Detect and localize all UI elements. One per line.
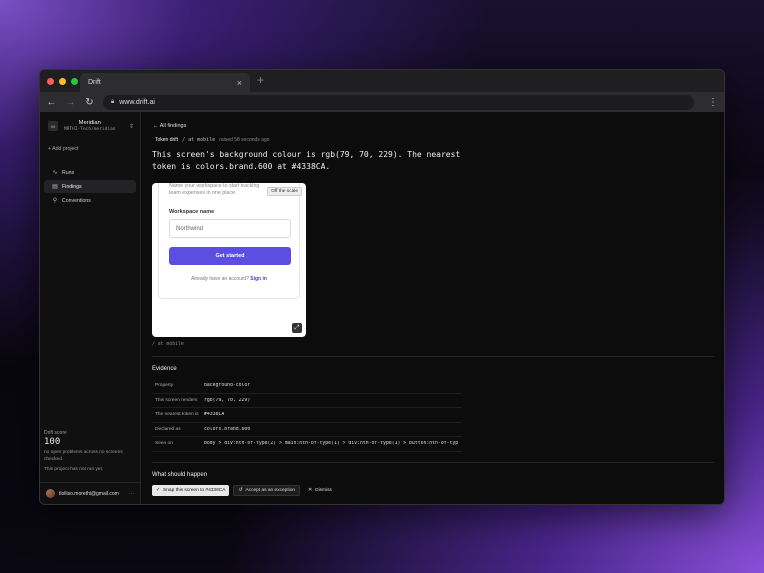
- activity-icon: ∿: [52, 170, 58, 176]
- dismiss-label: Dismiss: [315, 488, 332, 493]
- close-tab-icon[interactable]: ×: [237, 78, 242, 88]
- avatar: [46, 489, 55, 498]
- screen-preview: Name your workspace to start tracking te…: [152, 183, 306, 337]
- sidebar-item-runs[interactable]: ∿ Runs: [44, 166, 136, 179]
- workspace-switcher[interactable]: M Meridian MRTHI-Tech/meridian ⇕: [40, 112, 140, 138]
- evidence-value: rgb(79, 70, 229): [204, 397, 251, 403]
- lock-icon: 🔒︎: [111, 98, 115, 105]
- tab-bar: Drift × +: [40, 70, 724, 92]
- more-options-icon[interactable]: ···: [129, 491, 134, 497]
- evidence-table: Property background-color This screen re…: [152, 379, 462, 452]
- snap-label: Snap this screen to #4338CA: [163, 488, 226, 493]
- preview-get-started-button: Get started: [169, 247, 291, 265]
- divider: [152, 462, 714, 463]
- drift-score-label: Drift score: [44, 430, 67, 436]
- evidence-value: colors.brand.600: [204, 426, 251, 432]
- evidence-value: body > div:nth-of-type(2) > main:nth-of-…: [204, 441, 459, 447]
- preview-field-label: Workspace name: [169, 209, 215, 215]
- all-findings-link[interactable]: ← All findings: [153, 123, 186, 129]
- maximize-window-button[interactable]: [71, 77, 78, 85]
- off-scale-badge: Off the scale: [267, 187, 302, 196]
- snap-to-token-button[interactable]: ✓ Snap this screen to #4338CA: [152, 485, 230, 496]
- preview-description: Name your workspace to start tracking te…: [169, 183, 260, 196]
- action-bar: ✓ Snap this screen to #4338CA ↺ Accept a…: [152, 485, 336, 496]
- exception-label: Accept as an exception: [245, 488, 296, 493]
- workspace-slug: MRTHI-Tech/meridian: [64, 127, 116, 132]
- check-icon: ✓: [156, 488, 161, 493]
- add-project-button[interactable]: + Add project: [40, 138, 140, 160]
- sidebar-item-label: Runs: [62, 169, 75, 176]
- finding-type-chip: Token drift: [155, 137, 179, 143]
- evidence-key: Seen on: [155, 441, 173, 447]
- browser-toolbar: ← → ↻ 🔒︎ www.drift.ai ⋮: [40, 92, 724, 112]
- main-panel: ← All findings Token drift / at mobile r…: [141, 112, 724, 504]
- tab-title: Drift: [88, 79, 101, 86]
- user-email: tlolliso.morethi@gmail.com: [59, 490, 119, 497]
- expand-icon[interactable]: ⤢: [292, 323, 302, 333]
- divider: [152, 356, 714, 357]
- preview-signin-text: Already have an account? Sign in: [159, 276, 299, 282]
- should-happen-title: What should happen: [152, 472, 208, 478]
- browser-menu-icon[interactable]: ⋮: [708, 97, 718, 108]
- evidence-value: background-color: [204, 383, 251, 389]
- user-menu[interactable]: tlolliso.morethi@gmail.com ···: [40, 482, 140, 504]
- drift-score-summary: no open problems across no screens check…: [44, 450, 123, 463]
- close-window-button[interactable]: [47, 77, 54, 85]
- table-row: The nearest token is #4338CA: [152, 408, 462, 423]
- address-bar[interactable]: 🔒︎ www.drift.ai: [103, 94, 694, 110]
- app-content: M Meridian MRTHI-Tech/meridian ⇕ + Add p…: [40, 112, 724, 504]
- evidence-key: The nearest token is: [155, 412, 199, 418]
- sidebar-item-conventions[interactable]: ⚲ Conventions: [44, 194, 136, 207]
- drift-score-panel: Drift score 100 no open problems across …: [44, 430, 138, 474]
- url-text: www.drift.ai: [119, 98, 155, 106]
- accept-exception-button[interactable]: ↺ Accept as an exception: [233, 485, 301, 496]
- raised-timestamp: raised 58 seconds ago: [219, 137, 270, 143]
- dismiss-button[interactable]: ✕ Dismiss: [304, 485, 336, 496]
- evidence-title: Evidence: [152, 366, 177, 372]
- back-arrow-icon[interactable]: ←: [46, 97, 57, 108]
- signin-link: Sign in: [250, 276, 267, 282]
- window-controls: [47, 77, 78, 85]
- sidebar-item-label: Conventions: [62, 197, 91, 204]
- minimize-window-button[interactable]: [59, 77, 66, 85]
- table-row: This screen renders rgb(79, 70, 229): [152, 394, 462, 408]
- browser-tab[interactable]: Drift ×: [80, 73, 250, 92]
- evidence-key: Property: [155, 383, 174, 389]
- workspace-logo: M: [48, 121, 58, 131]
- evidence-value: #4338CA: [204, 412, 225, 418]
- new-tab-icon[interactable]: +: [257, 73, 264, 87]
- preview-caption: / at mobile: [152, 342, 184, 347]
- workspace-name: Meridian: [78, 120, 101, 126]
- drift-score-value: 100: [44, 437, 61, 447]
- reload-icon[interactable]: ↻: [84, 97, 95, 108]
- signin-prompt: Already have an account?: [191, 276, 249, 282]
- sidebar-nav: ∿ Runs ▤ Findings ⚲ Conventions: [40, 166, 140, 207]
- forward-arrow-icon[interactable]: →: [65, 97, 76, 108]
- sidebar-item-findings[interactable]: ▤ Findings: [44, 180, 136, 193]
- browser-window: Drift × + ← → ↻ 🔒︎ www.drift.ai ⋮ M Meri…: [39, 69, 725, 505]
- sidebar: M Meridian MRTHI-Tech/meridian ⇕ + Add p…: [40, 112, 141, 504]
- undo-icon: ↺: [238, 488, 243, 493]
- table-row: Declared as colors.brand.600: [152, 423, 462, 437]
- finding-meta: Token drift / at mobile raised 58 second…: [155, 137, 270, 143]
- link-icon: ⚲: [52, 198, 58, 204]
- chevron-updown-icon: ⇕: [128, 123, 134, 130]
- findings-icon: ▤: [52, 184, 58, 190]
- close-icon: ✕: [308, 488, 313, 493]
- preview-card: Name your workspace to start tracking te…: [158, 183, 300, 299]
- preview-workspace-input: Northwind: [169, 219, 291, 238]
- drift-score-status: This project has not run yet.: [44, 467, 104, 473]
- table-row: Property background-color: [152, 379, 462, 394]
- table-row: Seen on body > div:nth-of-type(2) > main…: [152, 437, 462, 452]
- evidence-key: This screen renders: [155, 397, 198, 403]
- sidebar-item-label: Findings: [62, 183, 82, 190]
- viewport-label: / at mobile: [182, 137, 216, 143]
- evidence-key: Declared as: [155, 426, 181, 432]
- finding-headline: This screen's background colour is rgb(7…: [152, 150, 461, 171]
